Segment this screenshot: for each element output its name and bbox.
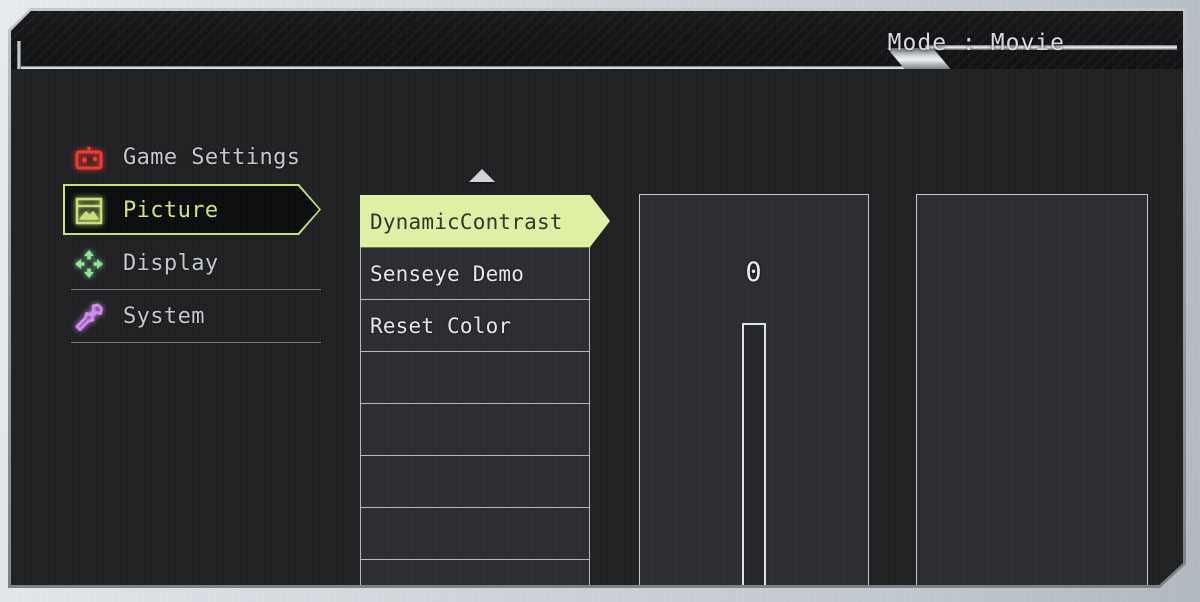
- sidebar-item-picture-wrap: Picture: [63, 184, 321, 237]
- submenu-item-dynamic-contrast[interactable]: DynamicContrast: [361, 196, 589, 248]
- osd-header: Mode : Movie: [11, 11, 1183, 69]
- submenu-item-senseye-demo[interactable]: Senseye Demo: [361, 248, 589, 300]
- osd-body: Game Settings Picture Display System Dyn…: [11, 69, 1183, 585]
- submenu-item-label: DynamicContrast: [370, 209, 563, 234]
- submenu-item-empty[interactable]: [361, 560, 589, 585]
- submenu-item-empty[interactable]: [361, 508, 589, 560]
- picture-icon: [71, 195, 107, 227]
- screenshot-root: Mode : Movie Game Settings Picture Displ…: [0, 0, 1200, 602]
- submenu-list: DynamicContrast Senseye Demo Reset Color: [360, 195, 590, 585]
- sidebar-item-game-settings[interactable]: Game Settings: [63, 131, 321, 184]
- osd-window-inner: Mode : Movie Game Settings Picture Displ…: [11, 11, 1183, 585]
- wrench-icon: [71, 301, 107, 333]
- submenu-item-empty[interactable]: [361, 456, 589, 508]
- value-readout: 0: [745, 257, 763, 288]
- value-panel: 0: [639, 194, 869, 585]
- sidebar-item-system-wrap: System: [63, 290, 321, 343]
- sidebar-item-picture[interactable]: Picture: [63, 184, 321, 237]
- sidebar-item-system[interactable]: System: [63, 290, 321, 343]
- submenu-item-reset-color[interactable]: Reset Color: [361, 300, 589, 352]
- submenu-item-label: Senseye Demo: [370, 261, 525, 286]
- sidebar-divider: [71, 342, 321, 343]
- sidebar-item-label: Display: [123, 251, 219, 276]
- submenu-item-empty[interactable]: [361, 404, 589, 456]
- submenu-item-label: Reset Color: [370, 313, 512, 338]
- sidebar-item-label: Picture: [123, 198, 219, 223]
- submenu-item-empty[interactable]: [361, 352, 589, 404]
- header-divider-left-cap: [17, 41, 21, 69]
- sidebar: Game Settings Picture Display System: [63, 131, 321, 343]
- sidebar-item-label: Game Settings: [123, 145, 301, 170]
- mode-label-key: Mode :: [887, 30, 977, 56]
- sidebar-item-display-wrap: Display: [63, 237, 321, 290]
- preview-panel: [916, 194, 1148, 585]
- gamepad-icon: [71, 142, 107, 174]
- four-arrows-icon: [71, 248, 107, 280]
- sidebar-item-game-settings-wrap: Game Settings: [63, 131, 321, 184]
- mode-indicator: Mode : Movie: [888, 30, 1065, 56]
- sidebar-item-label: System: [123, 304, 205, 329]
- caret-up-icon[interactable]: [469, 169, 495, 182]
- osd-window: Mode : Movie Game Settings Picture Displ…: [8, 8, 1186, 588]
- sidebar-item-display[interactable]: Display: [63, 237, 321, 290]
- mode-label-value: Movie: [990, 30, 1065, 56]
- value-slider[interactable]: [742, 323, 766, 585]
